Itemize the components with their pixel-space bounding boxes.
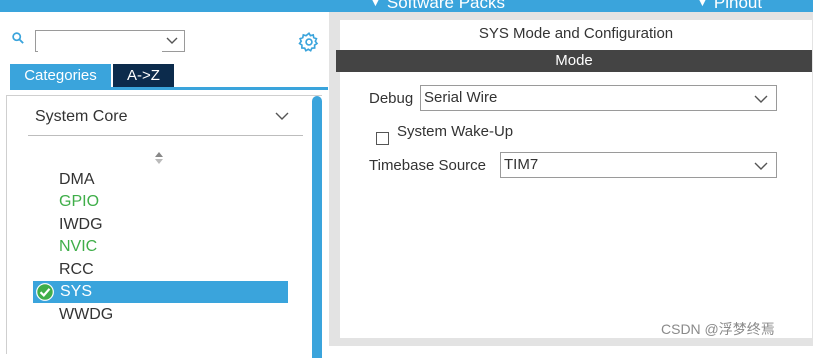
timebase-select[interactable]: TIM7	[500, 152, 777, 178]
mode-header: Mode	[336, 50, 812, 72]
config-content: SYS Mode and Configuration Mode Debug Se…	[336, 20, 812, 338]
pinout-menu[interactable]: ▼ Pinout	[697, 0, 762, 12]
categories-panel: Categories A->Z System Core DMA GPIO IWD…	[0, 12, 329, 358]
timebase-value: TIM7	[504, 156, 539, 173]
list-item-iwdg[interactable]: IWDG	[33, 214, 288, 236]
list-item-rcc[interactable]: RCC	[33, 259, 288, 281]
timebase-label: Timebase Source	[369, 157, 486, 174]
search-icon[interactable]	[12, 32, 24, 44]
config-panel: SYS Mode and Configuration Mode Debug Se…	[329, 12, 813, 346]
software-packs-menu[interactable]: ▼ Software Packs	[370, 0, 505, 12]
group-label: System Core	[35, 108, 128, 125]
check-circle-icon	[36, 283, 54, 301]
top-menu-bar: ▼ Software Packs ▼ Pinout	[0, 0, 813, 12]
tab-a-to-z[interactable]: A->Z	[113, 64, 174, 87]
list-item-gpio[interactable]: GPIO	[33, 191, 288, 213]
chevron-down-icon[interactable]	[275, 110, 289, 122]
list-item-nvic[interactable]: NVIC	[33, 236, 288, 258]
wakeup-checkbox[interactable]	[376, 132, 389, 145]
sort-icon[interactable]	[154, 151, 164, 165]
list-item-wwdg[interactable]: WWDG	[33, 304, 288, 326]
panel-title: SYS Mode and Configuration	[478, 25, 674, 42]
debug-label: Debug	[369, 90, 414, 107]
chevron-down-icon[interactable]	[754, 160, 768, 172]
debug-value: Serial Wire	[424, 89, 498, 106]
gear-icon[interactable]	[298, 31, 320, 53]
search-input[interactable]	[38, 32, 162, 52]
search-combobox[interactable]	[35, 30, 185, 52]
tab-underline	[10, 87, 328, 90]
chevron-down-icon: ▼	[697, 0, 708, 9]
chevron-down-icon[interactable]	[166, 34, 178, 46]
watermark: CSDN @浮梦终焉	[661, 321, 775, 337]
list-item-sys[interactable]: SYS	[33, 281, 288, 303]
group-system-core[interactable]: System Core	[28, 98, 303, 136]
wakeup-label: System Wake-Up	[397, 123, 514, 140]
list-scrollbar[interactable]	[312, 96, 322, 358]
chevron-down-icon[interactable]	[754, 93, 768, 105]
tab-categories[interactable]: Categories	[10, 64, 111, 87]
debug-select[interactable]: Serial Wire	[420, 85, 777, 111]
chevron-down-icon: ▼	[370, 0, 381, 9]
list-item-dma[interactable]: DMA	[33, 169, 288, 191]
